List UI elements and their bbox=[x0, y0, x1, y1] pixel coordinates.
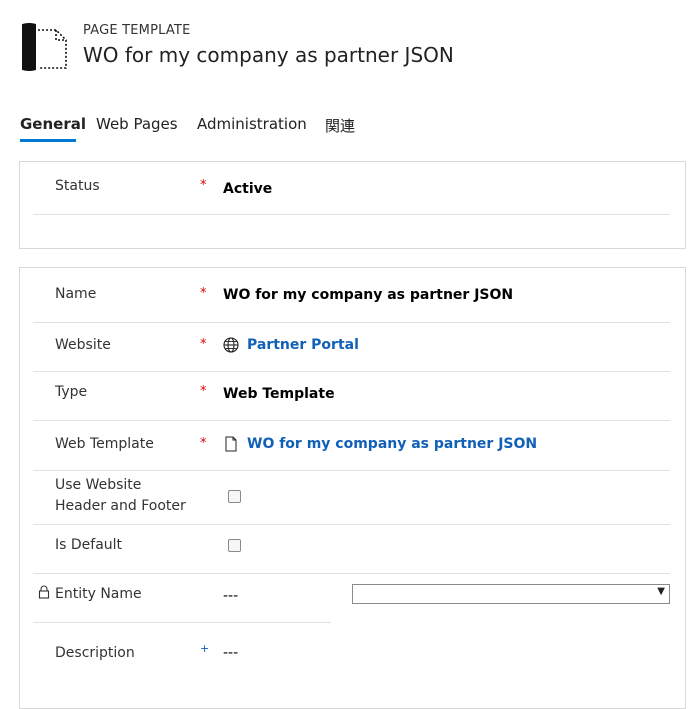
website-link[interactable]: Partner Portal bbox=[247, 337, 359, 353]
row-divider bbox=[33, 214, 670, 215]
website-required-marker: * bbox=[200, 337, 207, 352]
status-value[interactable]: Active bbox=[223, 181, 272, 197]
status-required-marker: * bbox=[200, 178, 207, 193]
tab-web-pages[interactable]: Web Pages bbox=[96, 115, 178, 133]
active-tab-indicator bbox=[20, 139, 76, 142]
use-header-footer-label: Use Website Header and Footer bbox=[55, 477, 186, 514]
type-required-marker: * bbox=[200, 384, 207, 399]
globe-icon bbox=[223, 337, 239, 353]
name-field[interactable]: WO for my company as partner JSON bbox=[223, 287, 513, 303]
web-template-link[interactable]: WO for my company as partner JSON bbox=[247, 436, 537, 452]
description-recommended-marker: + bbox=[200, 642, 210, 655]
lock-icon bbox=[38, 585, 50, 599]
description-value[interactable]: --- bbox=[223, 645, 238, 661]
name-label: Name bbox=[55, 286, 97, 302]
row-divider bbox=[33, 470, 670, 471]
tab-general[interactable]: General bbox=[20, 115, 86, 133]
description-label: Description bbox=[55, 645, 135, 661]
record-title: WO for my company as partner JSON bbox=[83, 43, 454, 67]
row-divider bbox=[33, 322, 670, 323]
name-required-marker: * bbox=[200, 286, 207, 301]
use-header-footer-checkbox[interactable] bbox=[228, 490, 241, 503]
row-divider bbox=[33, 573, 670, 574]
website-label: Website bbox=[55, 337, 111, 353]
web-template-label: Web Template bbox=[55, 436, 154, 452]
document-icon bbox=[225, 436, 237, 452]
is-default-label: Is Default bbox=[55, 537, 123, 553]
status-label: Status bbox=[55, 178, 100, 194]
tab-related[interactable]: 関連 bbox=[325, 115, 355, 136]
entity-name-label: Entity Name bbox=[55, 586, 142, 602]
chevron-down-icon: ▼ bbox=[657, 586, 665, 597]
tab-administration[interactable]: Administration bbox=[197, 115, 307, 133]
row-divider bbox=[33, 420, 670, 421]
entity-name-dropdown[interactable]: ▼ bbox=[352, 584, 670, 604]
is-default-checkbox[interactable] bbox=[228, 539, 241, 552]
type-field[interactable]: Web Template bbox=[223, 386, 335, 402]
page-template-icon bbox=[5, 22, 72, 72]
type-label: Type bbox=[55, 384, 88, 400]
status-section bbox=[19, 161, 686, 249]
row-divider bbox=[33, 622, 331, 623]
entity-type-label: PAGE TEMPLATE bbox=[83, 23, 191, 38]
row-divider bbox=[33, 371, 670, 372]
web-template-required-marker: * bbox=[200, 436, 207, 451]
row-divider bbox=[33, 524, 670, 525]
entity-name-value: --- bbox=[223, 588, 239, 604]
